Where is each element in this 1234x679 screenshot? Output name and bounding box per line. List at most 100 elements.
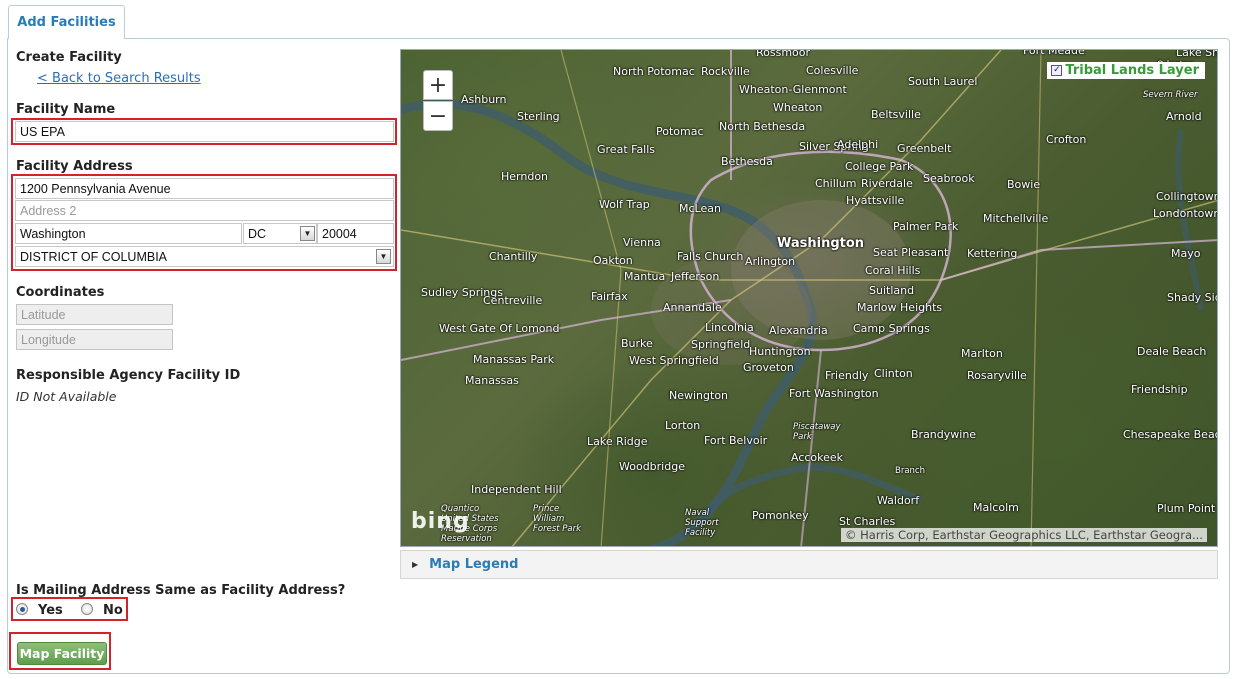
map-place-label: Naval Support Facility [685,508,719,538]
map-place-label: Potomac [656,125,704,138]
zoom-in-button[interactable]: + [423,70,453,100]
map-place-label: Groveton [743,361,794,374]
map-place-label: Crofton [1046,133,1087,146]
zoom-out-button[interactable]: − [423,101,453,131]
map-place-label: St Charles [839,515,896,528]
agency-id-label: Responsible Agency Facility ID [16,368,241,383]
map-place-label: Huntington [749,345,811,358]
map-place-label: Accokeek [791,451,844,464]
map-place-label: Malcolm [973,501,1019,514]
map-place-label: Greenbelt [897,142,952,155]
map-place-label: Rosaryville [967,369,1027,382]
map-place-label: Oakton [593,254,633,267]
no-radio[interactable] [81,603,93,615]
map-place-label: Kettering [967,247,1018,260]
map-place-label: Fort Meade [1023,49,1085,57]
map-place-label: Palmer Park [893,220,959,233]
map-place-label: West Springfield [629,354,719,367]
map-place-label: Woodbridge [619,460,685,473]
map-place-label: Herndon [501,170,549,183]
map-place-label: Centreville [483,294,543,307]
map-copyright: © Harris Corp, Earthstar Geographics LLC… [841,528,1207,542]
city-input[interactable]: Washington [15,223,242,244]
chevron-down-icon[interactable]: ▼ [300,226,315,241]
map-place-label: Fort Belvoir [704,434,768,447]
map-place-label: Chantilly [489,250,538,263]
map-place-label: Rossmoor [756,49,811,59]
map-place-label: Friendly [825,369,869,382]
latitude-input[interactable]: Latitude [16,304,173,325]
facility-address-label: Facility Address [16,159,133,174]
map-place-label: Arlington [745,255,796,268]
map-place-label: Shady Side [1167,291,1217,304]
map-place-label: Coral Hills [865,264,921,277]
map-place-label: Clinton [874,367,913,380]
zip-input[interactable]: 20004 [317,223,394,244]
map-place-label: Sterling [517,110,560,123]
map-place-label: Colesville [806,64,859,77]
map-place-label: McLean [679,202,721,215]
chevron-down-icon[interactable]: ▼ [376,249,391,264]
map-view[interactable]: Rossmoor Fort Meade Lake Sh North Potomac Ro… [400,49,1218,547]
map-place-label: Lincolnia [705,321,754,334]
map-place-label: Falls Church [677,250,744,263]
address2-input[interactable]: Address 2 [15,200,394,221]
coordinates-label: Coordinates [16,285,105,300]
map-place-label: Fairfax [591,290,628,303]
map-place-label: Independent Hill [471,483,562,496]
map-place-label: Springfield [691,338,751,351]
map-place-label: Manassas Park [473,353,555,366]
map-place-label: Bethesda [721,155,773,168]
tribal-lands-layer-toggle[interactable]: ✓ Tribal Lands Layer [1047,62,1205,79]
map-place-label: Londontown [1153,207,1218,220]
form-title: Create Facility [16,50,122,65]
map-place-label: Mantua [624,270,666,283]
no-radio-label: No [103,603,123,618]
map-place-label: Adelphi [837,138,879,151]
map-place-label: Lake Ridge [587,435,648,448]
map-place-label: Camp Springs [853,322,930,335]
back-to-search-link[interactable]: < Back to Search Results [37,71,201,86]
map-place-label: Chesapeake Beach [1123,428,1218,441]
agency-id-value: ID Not Available [16,389,117,404]
tribal-lands-label: Tribal Lands Layer [1065,63,1199,78]
map-place-label: West Gate Of Lomond [439,322,560,335]
map-place-label: Mayo [1171,247,1201,260]
address1-input[interactable]: 1200 Pennsylvania Avenue [15,178,394,199]
mailing-question-label: Is Mailing Address Same as Facility Addr… [16,583,346,598]
county-select[interactable]: DISTRICT OF COLUMBIA ▼ [15,246,394,267]
map-place-label: Seabrook [923,172,975,185]
bing-logo: bing [411,509,470,534]
map-place-label: Plum Point [1157,502,1216,515]
map-place-label: Pomonkey [752,509,809,522]
state-select[interactable]: DC ▼ [243,223,317,244]
map-place-label: Collingtown [1156,190,1218,203]
map-place-label: Wheaton-Glenmont [739,83,847,96]
map-legend-toggle[interactable]: ▶ Map Legend [400,550,1218,579]
facility-name-input[interactable]: US EPA [15,121,394,142]
yes-radio[interactable] [16,603,28,615]
map-place-label: Seat Pleasant [873,246,949,259]
map-place-label: Burke [621,337,653,350]
map-place-label: North Bethesda [719,120,806,133]
map-place-label: Hyattsville [846,194,905,207]
map-place-label: Rockville [701,65,750,78]
map-place-label: South Laurel [908,75,978,88]
map-place-label: Waldorf [877,494,920,507]
map-legend-label: Map Legend [429,557,519,572]
map-facility-button[interactable]: Map Facility [17,642,107,665]
tab-add-facilities[interactable]: Add Facilities [8,5,125,39]
map-place-label: Marlow Heights [857,301,943,314]
map-place-label: Friendship [1131,383,1188,396]
yes-radio-label: Yes [38,603,63,618]
map-place-label: North Potomac [613,65,695,78]
checkbox-checked-icon[interactable]: ✓ [1051,65,1063,76]
map-place-label: Lake Sh [1176,49,1218,59]
map-place-label: Alexandria [769,324,828,337]
map-place-label: Arnold [1166,110,1202,123]
map-place-label: Riverdale [861,177,913,190]
map-place-label: Annandale [663,301,722,314]
map-place-label: Severn River [1143,90,1198,100]
map-place-label: Wheaton [773,101,823,114]
longitude-input[interactable]: Longitude [16,329,173,350]
